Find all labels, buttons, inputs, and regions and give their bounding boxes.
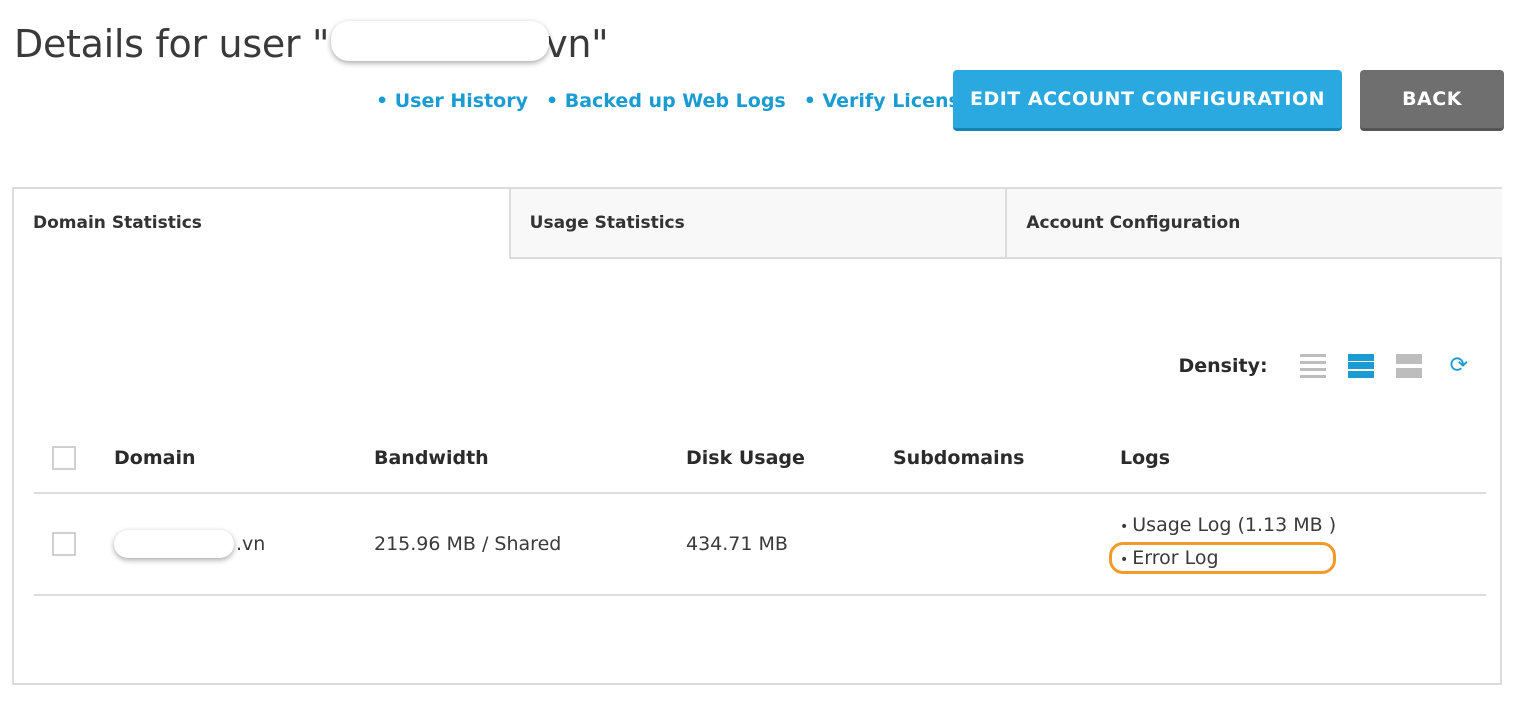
column-header-subdomains[interactable]: Subdomains: [893, 447, 1024, 469]
page-title: Details for user " vn": [14, 20, 609, 67]
density-compact-icon[interactable]: [1299, 353, 1326, 378]
domain-table: Domain Bandwidth Disk Usage Subdomains L…: [34, 424, 1486, 596]
disk-usage-cell: 434.71 MB: [686, 533, 788, 555]
redaction-mask: [114, 530, 234, 558]
title-suffix: vn": [545, 22, 609, 66]
select-all-checkbox[interactable]: [52, 446, 76, 470]
domain-suffix: .vn: [236, 533, 266, 555]
usage-log-link[interactable]: • Usage Log (1.13 MB ): [1120, 514, 1336, 536]
table-header-row: Domain Bandwidth Disk Usage Subdomains L…: [34, 424, 1486, 494]
back-button[interactable]: BACK: [1360, 70, 1504, 131]
density-controls: Density: ⟳: [1178, 353, 1468, 378]
details-panel: Domain Statistics Usage Statistics Accou…: [12, 187, 1503, 685]
column-header-bandwidth[interactable]: Bandwidth: [374, 447, 489, 469]
redaction-mask: [331, 20, 550, 61]
bandwidth-cell: 215.96 MB / Shared: [374, 533, 562, 555]
density-medium-icon[interactable]: [1347, 353, 1374, 378]
edit-account-configuration-button[interactable]: EDIT ACCOUNT CONFIGURATION: [953, 70, 1342, 131]
header-links: • User History • Backed up Web Logs • Ve…: [376, 90, 973, 112]
refresh-icon[interactable]: ⟳: [1450, 353, 1468, 378]
error-log-link[interactable]: • Error Log: [1120, 547, 1219, 569]
density-comfortable-icon[interactable]: [1395, 353, 1422, 378]
tab-domain-statistics[interactable]: Domain Statistics: [14, 189, 509, 259]
logs-cell: • Usage Log (1.13 MB ) • Error Log: [1109, 514, 1337, 574]
title-prefix: Details for user ": [14, 22, 330, 66]
column-header-logs: Logs: [1120, 447, 1171, 469]
verify-license-link[interactable]: • Verify License: [804, 90, 973, 112]
backed-up-web-logs-link[interactable]: • Backed up Web Logs: [546, 90, 786, 112]
table-row: .vn 215.96 MB / Shared 434.71 MB • Usage …: [34, 494, 1486, 596]
user-history-link[interactable]: • User History: [376, 90, 528, 112]
tab-usage-statistics[interactable]: Usage Statistics: [508, 189, 1006, 259]
error-log-label: Error Log: [1132, 547, 1219, 569]
tab-bar: Domain Statistics Usage Statistics Accou…: [14, 189, 1503, 259]
usage-log-label: Usage Log (1.13 MB ): [1132, 514, 1337, 536]
column-header-disk-usage[interactable]: Disk Usage: [686, 447, 805, 469]
domain-cell[interactable]: .vn: [114, 530, 265, 558]
density-label: Density:: [1178, 354, 1268, 377]
tab-account-configuration[interactable]: Account Configuration: [1005, 189, 1503, 259]
column-header-domain[interactable]: Domain: [114, 447, 195, 469]
row-checkbox[interactable]: [52, 532, 76, 556]
error-log-highlight: • Error Log: [1109, 542, 1337, 574]
